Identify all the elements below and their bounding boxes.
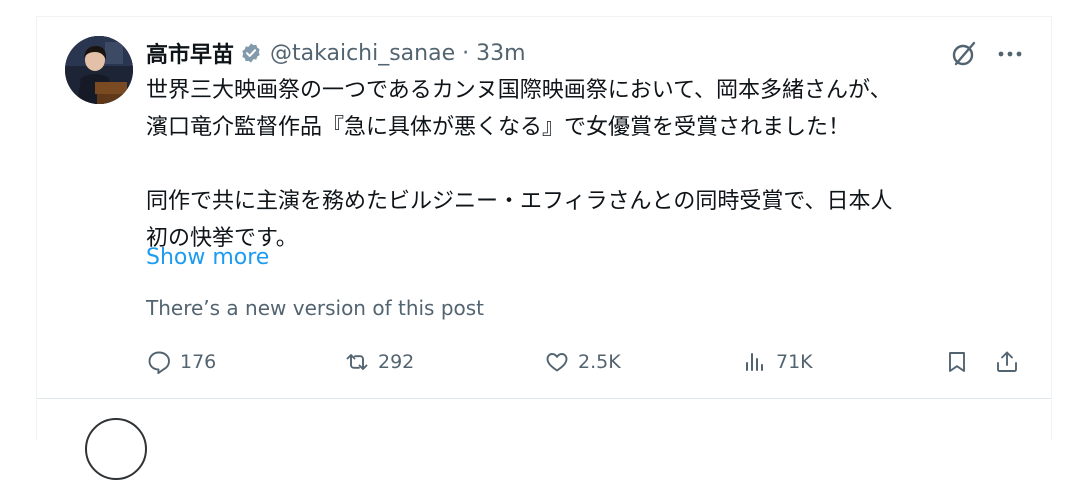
avatar[interactable]: [65, 36, 133, 104]
post-text-line: 同作で共に主演を務めたビルジニー・エフィラさんとの同時受賞で、日本人: [146, 189, 893, 214]
share-button[interactable]: [994, 348, 1020, 376]
post-text-line: 初の快挙です。: [146, 226, 298, 251]
repost-button[interactable]: 292: [344, 348, 414, 376]
views-icon: [746, 353, 763, 371]
bookmark-button[interactable]: [944, 348, 970, 376]
more-icon[interactable]: [996, 44, 1024, 64]
bookmark-icon: [949, 352, 965, 372]
post-text-line: 世界三大映画祭の一つであるカンヌ国際映画祭において、岡本多緒さんが、: [146, 78, 892, 103]
reply-button[interactable]: 176: [146, 348, 216, 376]
post-text: 世界三大映画祭の一つであるカンヌ国際映画祭において、岡本多緒さんが、 濱口竜介監…: [146, 72, 1026, 257]
handle-and-time[interactable]: @takaichi_sanae · 33m: [270, 41, 526, 66]
like-count: 2.5K: [578, 351, 621, 373]
next-post-card[interactable]: [36, 400, 1052, 480]
next-post-avatar[interactable]: [85, 418, 147, 480]
avatar-image: [65, 36, 133, 104]
repost-icon: [346, 354, 368, 370]
author-name[interactable]: 高市早苗: [146, 37, 234, 69]
post-header: 高市早苗 @takaichi_sanae · 33m: [146, 37, 526, 69]
share-icon: [997, 351, 1017, 372]
new-version-notice[interactable]: There’s a new version of this post: [146, 296, 484, 320]
post-text-line: 濱口竜介監督作品『急に具体が悪くなる』で女優賞を受賞されました！: [146, 115, 851, 140]
grok-icon[interactable]: [950, 40, 978, 68]
show-more-link[interactable]: Show more: [146, 245, 269, 270]
reply-icon: [148, 351, 170, 375]
repost-count: 292: [378, 351, 415, 373]
views-button[interactable]: 71K: [742, 348, 813, 376]
like-button[interactable]: 2.5K: [544, 348, 621, 376]
heart-icon: [546, 353, 568, 372]
views-count: 71K: [776, 351, 813, 373]
reply-count: 176: [180, 351, 217, 373]
verified-badge-icon: [242, 43, 260, 63]
